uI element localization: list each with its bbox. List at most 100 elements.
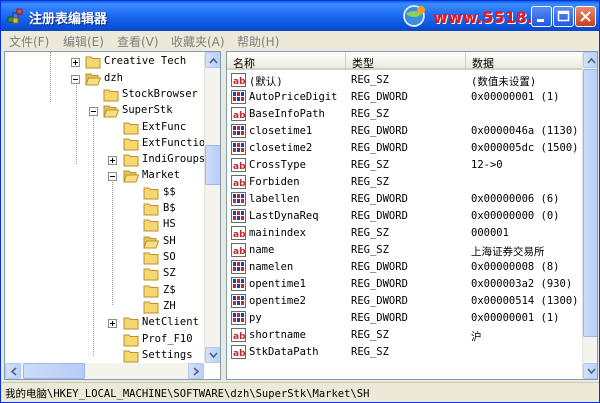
tree-item-settings[interactable]: Settings bbox=[5, 348, 210, 364]
menu-help[interactable]: 帮助(H) bbox=[237, 33, 279, 50]
value-row[interactable]: py REG_DWORD 0x00000001 (1) bbox=[227, 310, 583, 327]
tree-item-label: Z$ bbox=[163, 284, 176, 296]
value-row[interactable]: ab Forbiden REG_SZ bbox=[227, 174, 583, 191]
tree-item-market[interactable]: Market bbox=[5, 168, 210, 184]
menu-view[interactable]: 查看(V) bbox=[117, 33, 159, 50]
registry-tree[interactable]: Creative Tech dzh StockBrowser SuperStk … bbox=[4, 51, 221, 380]
tree-item-b[interactable]: B$ bbox=[5, 201, 210, 217]
value-row[interactable]: ab shortname REG_SZ 沪 bbox=[227, 327, 583, 344]
collapse-minus-icon[interactable] bbox=[71, 75, 80, 84]
menu-favorites[interactable]: 收藏夹(A) bbox=[171, 33, 225, 50]
tree-item-stockbrowser[interactable]: StockBrowser bbox=[5, 87, 210, 103]
collapse-minus-icon[interactable] bbox=[89, 107, 98, 116]
string-value-icon: ab bbox=[231, 328, 246, 342]
tree-item-sz[interactable]: SZ bbox=[5, 266, 210, 282]
value-data: 0x00000000 (0) bbox=[471, 210, 560, 222]
tree-vertical-scrollbar[interactable] bbox=[204, 52, 220, 363]
folder-icon bbox=[123, 317, 139, 330]
expand-plus-icon[interactable] bbox=[108, 156, 117, 165]
value-row[interactable]: ab CrossType REG_SZ 12->0 bbox=[227, 157, 583, 174]
value-type: REG_SZ bbox=[351, 346, 389, 358]
tree-item-zh[interactable]: ZH bbox=[5, 299, 210, 315]
svg-text:ab: ab bbox=[233, 162, 246, 172]
registry-values-list[interactable]: 名称 类型 数据 ab (默认) REG_SZ (数值未设置) AutoPriceDig… bbox=[226, 51, 598, 380]
scroll-right-button[interactable] bbox=[188, 363, 204, 379]
tree-item-label: Settings bbox=[142, 349, 193, 361]
dword-value-icon bbox=[231, 90, 246, 104]
scroll-up-button[interactable] bbox=[205, 52, 220, 68]
value-name: (默认) bbox=[249, 76, 283, 88]
tree-item-creative-tech[interactable]: Creative Tech bbox=[5, 54, 210, 70]
arrow-right-icon bbox=[193, 367, 200, 376]
tree-item-hs[interactable]: HS bbox=[5, 217, 210, 233]
tree-item-dzh[interactable]: dzh bbox=[5, 71, 210, 87]
value-row[interactable]: opentime1 REG_DWORD 0x000003a2 (930) bbox=[227, 276, 583, 293]
value-row[interactable]: AutoPriceDigit REG_DWORD 0x00000001 (1) bbox=[227, 89, 583, 106]
value-row[interactable]: LastDynaReq REG_DWORD 0x00000000 (0) bbox=[227, 208, 583, 225]
tree-item-so[interactable]: SO bbox=[5, 250, 210, 266]
tree-item-label: Prof_F10 bbox=[142, 333, 193, 345]
tree-item-label: HS bbox=[163, 218, 176, 230]
column-header-name[interactable]: 名称 bbox=[227, 52, 346, 70]
column-header-type[interactable]: 类型 bbox=[346, 52, 466, 70]
value-data: 0x00000001 (1) bbox=[471, 312, 560, 324]
value-row[interactable]: opentime2 REG_DWORD 0x00000514 (1300) bbox=[227, 293, 583, 310]
close-icon bbox=[580, 11, 591, 22]
value-row[interactable]: labellen REG_DWORD 0x00000006 (6) bbox=[227, 191, 583, 208]
value-row[interactable]: namelen REG_DWORD 0x00000008 (8) bbox=[227, 259, 583, 276]
value-row[interactable]: ab (默认) REG_SZ (数值未设置) bbox=[227, 72, 583, 89]
tree-item-label: SO bbox=[163, 251, 176, 263]
tree-item-label: $$ bbox=[163, 186, 176, 198]
tree-item-netclient[interactable]: NetClient bbox=[5, 315, 210, 331]
scroll-down-button[interactable] bbox=[583, 363, 597, 379]
value-type: REG_DWORD bbox=[351, 312, 408, 324]
minimize-button[interactable] bbox=[531, 6, 552, 27]
string-value-icon: ab bbox=[231, 158, 246, 172]
title-bar[interactable]: 注册表编辑器 www.5518… bbox=[1, 1, 599, 31]
close-button[interactable] bbox=[575, 6, 596, 27]
tree-item-z[interactable]: Z$ bbox=[5, 283, 210, 299]
value-row[interactable]: closetime1 REG_DWORD 0x0000046a (1130) bbox=[227, 123, 583, 140]
tree-item-label: Creative Tech bbox=[104, 55, 187, 67]
folder-open-icon bbox=[85, 73, 101, 86]
folder-icon bbox=[143, 187, 159, 200]
collapse-minus-icon[interactable] bbox=[108, 172, 117, 181]
tree-item-extfunc[interactable]: ExtFunc bbox=[5, 120, 210, 136]
folder-icon bbox=[143, 252, 159, 265]
value-name: py bbox=[249, 312, 262, 324]
value-row[interactable]: closetime2 REG_DWORD 0x000005dc (1500) bbox=[227, 140, 583, 157]
tree-item-dollar[interactable]: $$ bbox=[5, 185, 210, 201]
string-value-icon: ab bbox=[231, 175, 246, 189]
expand-plus-icon[interactable] bbox=[108, 319, 117, 328]
column-header-data[interactable]: 数据 bbox=[466, 52, 583, 70]
svg-text:ab: ab bbox=[233, 349, 246, 359]
scroll-thumb[interactable] bbox=[23, 363, 85, 379]
tree-horizontal-scrollbar[interactable] bbox=[5, 363, 204, 379]
tree-item-extfunction[interactable]: ExtFunction bbox=[5, 136, 212, 152]
value-row[interactable]: ab BaseInfoPath REG_SZ bbox=[227, 106, 583, 123]
value-row[interactable]: ab name REG_SZ 上海证券交易所 bbox=[227, 242, 583, 259]
scroll-down-button[interactable] bbox=[205, 347, 220, 363]
tree-item-indigroups[interactable]: IndiGroups bbox=[5, 152, 210, 168]
maximize-button[interactable] bbox=[553, 6, 574, 27]
tree-item-label: SH bbox=[163, 235, 176, 247]
folder-icon bbox=[143, 301, 159, 314]
scroll-left-button[interactable] bbox=[5, 363, 21, 379]
value-row[interactable]: ab mainindex REG_SZ 000001 bbox=[227, 225, 583, 242]
tree-item-sh[interactable]: SH bbox=[5, 234, 210, 250]
menu-edit[interactable]: 编辑(E) bbox=[63, 33, 104, 50]
tree-item-label: NetClient bbox=[142, 316, 199, 328]
value-row[interactable]: ab StkDataPath REG_SZ bbox=[227, 344, 583, 361]
expand-plus-icon[interactable] bbox=[71, 58, 80, 67]
value-name: labellen bbox=[249, 193, 300, 205]
menu-file[interactable]: 文件(F) bbox=[9, 33, 49, 50]
list-vertical-scrollbar[interactable] bbox=[582, 52, 597, 379]
svg-text:ab: ab bbox=[233, 179, 246, 189]
scroll-up-button[interactable] bbox=[583, 52, 597, 68]
tree-item-prof-f10[interactable]: Prof_F10 bbox=[5, 332, 210, 348]
tree-item-superstk[interactable]: SuperStk bbox=[5, 103, 210, 119]
value-type: REG_DWORD bbox=[351, 91, 408, 103]
tree-item-label: StockBrowser bbox=[122, 88, 198, 100]
scroll-thumb[interactable] bbox=[205, 145, 220, 185]
scroll-thumb[interactable] bbox=[583, 69, 597, 337]
